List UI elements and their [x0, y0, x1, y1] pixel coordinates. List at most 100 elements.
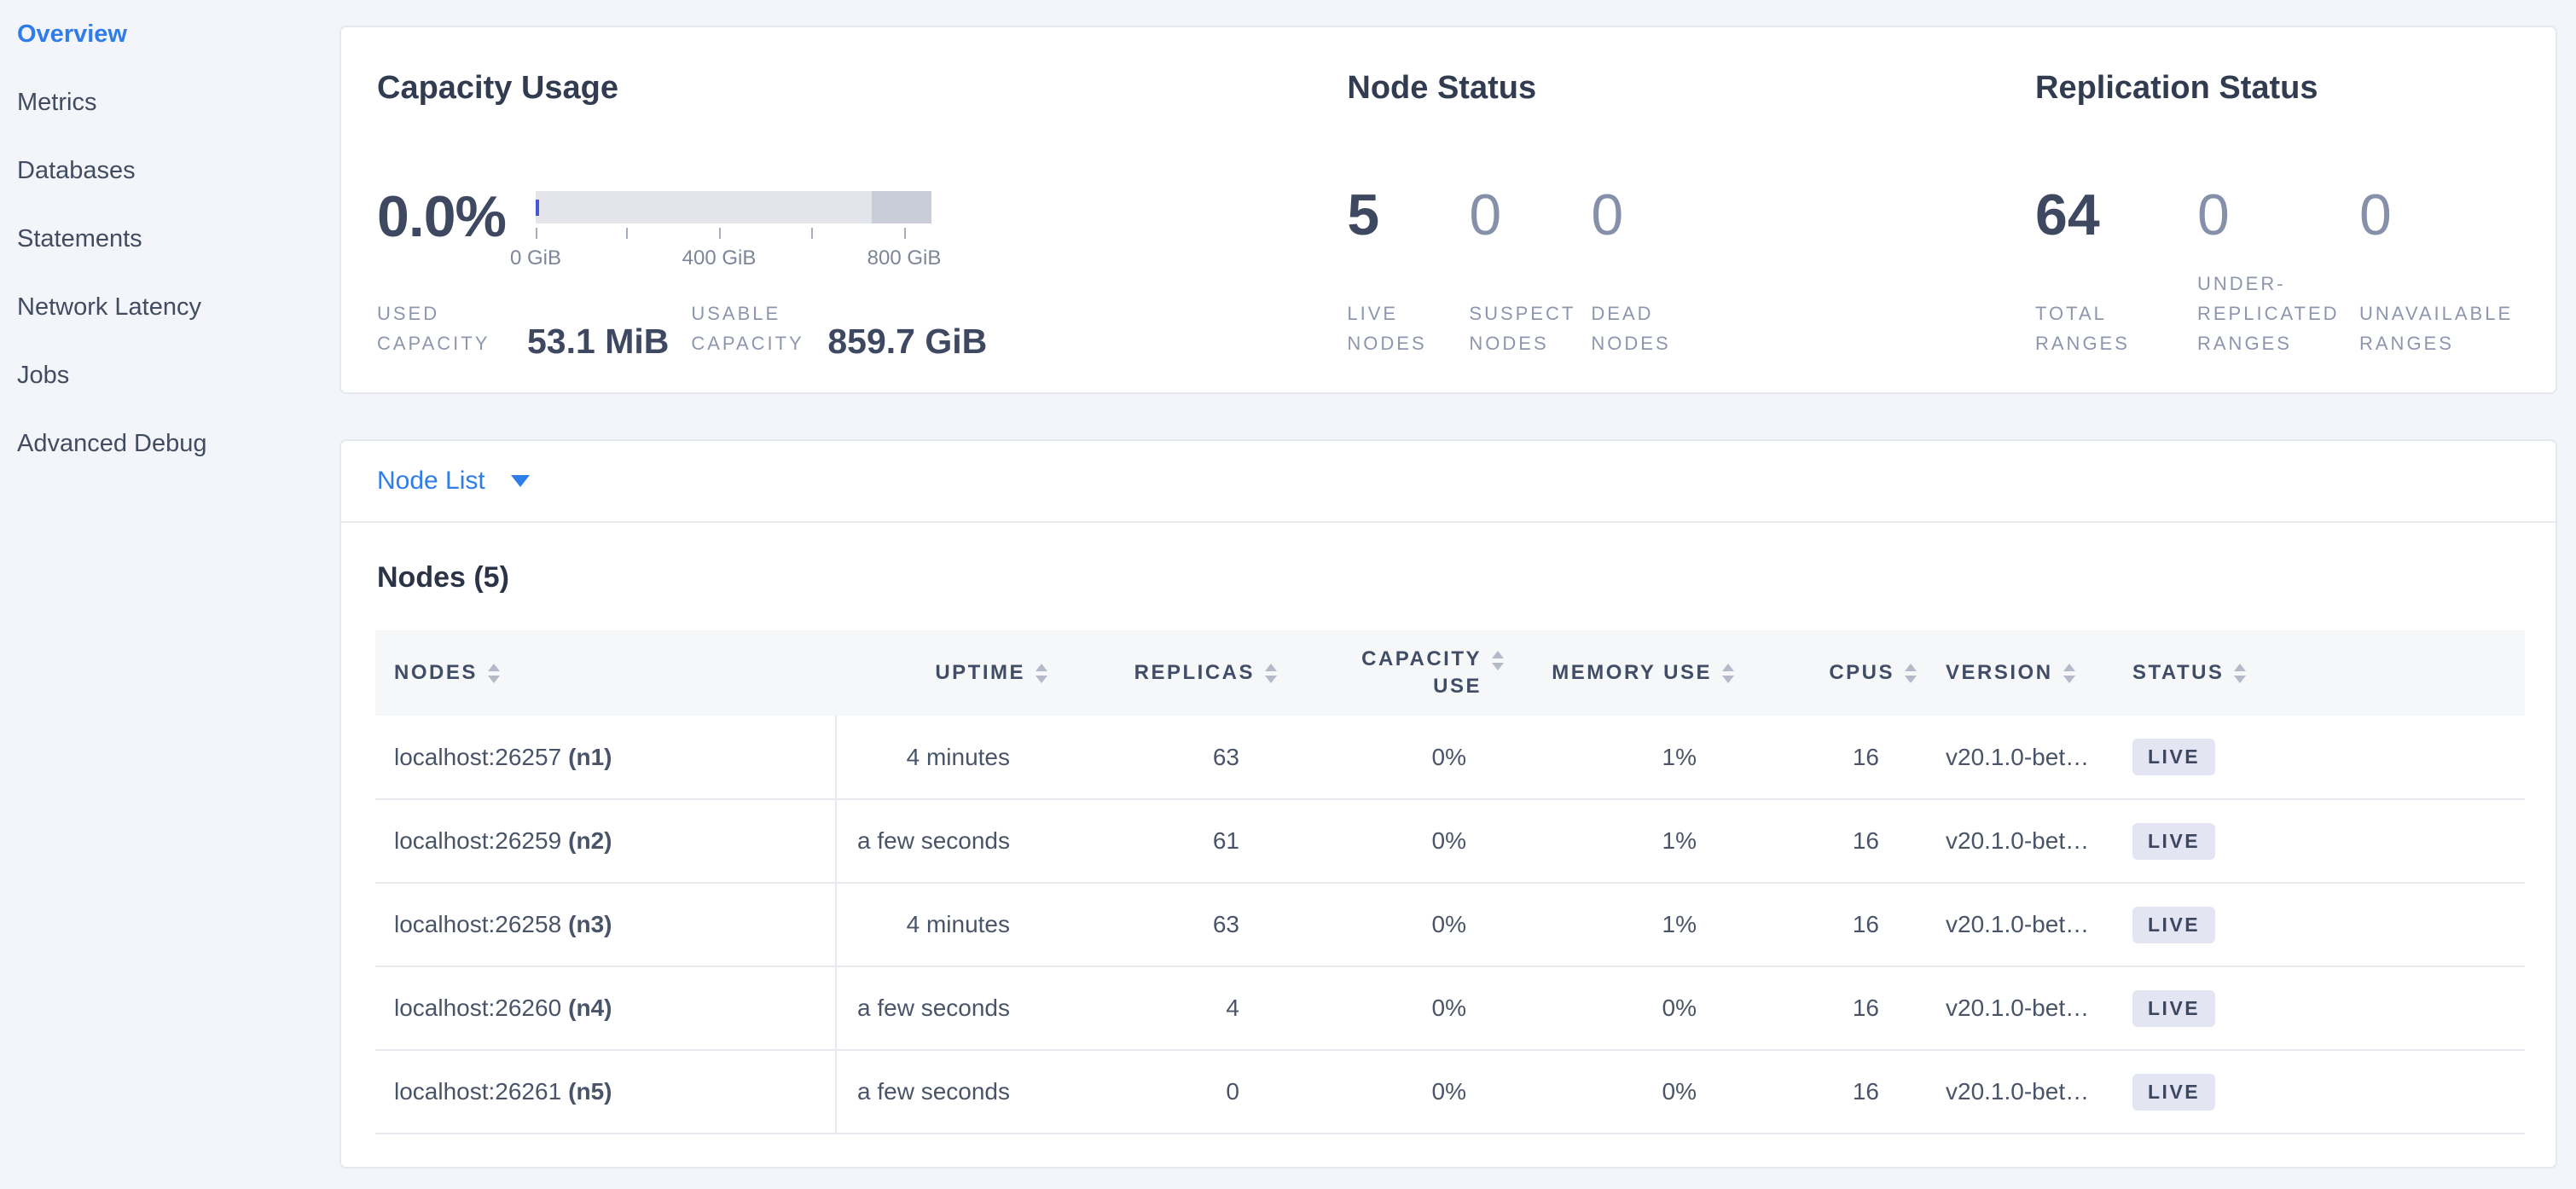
status-cell: LIVE: [2132, 716, 2525, 799]
capacity-used-marker: [536, 200, 539, 216]
axis-label: 800 GiB: [867, 246, 942, 270]
node-name-cell: localhost:26260(n4): [375, 966, 836, 1050]
status-badge: LIVE: [2132, 823, 2215, 860]
sidebar-item-overview[interactable]: Overview: [0, 0, 339, 68]
live-nodes-stat: 5 LIVE NODES: [1347, 186, 1469, 358]
sidebar-item-databases[interactable]: Databases: [0, 136, 339, 205]
node-address: localhost:26257: [394, 744, 561, 770]
nodes-table: NODES UPTIME REPLICAS CAPACITY USE MEMOR…: [375, 630, 2525, 1134]
sidebar-item-network-latency[interactable]: Network Latency: [0, 273, 339, 341]
capacity-usage-title: Capacity Usage: [377, 68, 1347, 107]
axis-label: 400 GiB: [682, 246, 757, 270]
uptime-cell: 4 minutes: [836, 716, 1047, 799]
replication-status-title: Replication Status: [2035, 68, 2521, 107]
sort-icon: [1905, 664, 1917, 683]
node-name-cell: localhost:26257 (n1): [375, 716, 836, 799]
uptime-cell: a few seconds: [836, 799, 1047, 883]
under-replicated-ranges-stat: 0 UNDER-REPLICATED RANGES: [2197, 186, 2359, 358]
sidebar: Overview Metrics Databases Statements Ne…: [0, 0, 339, 1189]
column-header-version[interactable]: VERSION: [1917, 630, 2132, 716]
column-label: CPUS: [1829, 661, 1894, 685]
cpus-cell: 16: [1734, 966, 1917, 1050]
uptime-cell: 4 minutes: [836, 883, 1047, 966]
table-row[interactable]: localhost:26258(n3) 4 minutes 63 0% 1% 1…: [375, 883, 2525, 966]
node-id: (n2): [568, 827, 612, 854]
node-status-stats: 5 LIVE NODES 0 SUSPECT NODES 0 DEAD NODE…: [1347, 186, 2035, 358]
column-header-status[interactable]: STATUS: [2132, 630, 2525, 716]
replication-status-section: Replication Status 64 TOTAL RANGES 0 UND…: [2035, 68, 2521, 358]
node-list-selector[interactable]: Node List: [341, 441, 2556, 523]
sort-icon: [1036, 664, 1047, 683]
capacity-use-cell: 0%: [1277, 1050, 1504, 1134]
node-id: (n1): [568, 744, 612, 770]
sidebar-item-advanced-debug[interactable]: Advanced Debug: [0, 409, 339, 478]
column-label: UPTIME: [935, 661, 1025, 685]
capacity-use-cell: 0%: [1277, 716, 1504, 799]
column-label: CAPACITY USE: [1345, 646, 1482, 700]
node-status-section: Node Status 5 LIVE NODES 0 SUSPECT NODES…: [1347, 68, 2035, 358]
node-list-body: Nodes (5) NODES UPTIME REPLICAS CAPACITY…: [341, 557, 2556, 1134]
sort-icon: [2063, 664, 2075, 683]
stat-value: 5: [1347, 186, 1469, 244]
capacity-axis-labels: 0 GiB 400 GiB 800 GiB: [536, 246, 931, 272]
stat-value: 0: [1469, 186, 1591, 244]
cpus-cell: 16: [1734, 799, 1917, 883]
sidebar-item-metrics[interactable]: Metrics: [0, 68, 339, 136]
column-label: MEMORY USE: [1552, 661, 1712, 685]
version-cell: v20.1.0-bet…: [1917, 966, 2132, 1050]
column-label: VERSION: [1946, 661, 2053, 685]
stat-value: 0: [1591, 186, 1713, 244]
column-header-nodes[interactable]: NODES: [375, 630, 836, 716]
stat-value: 0: [2197, 186, 2359, 244]
column-header-cpus[interactable]: CPUS: [1734, 630, 1917, 716]
table-row[interactable]: localhost:26257 (n1) 4 minutes 63 0% 1% 1…: [375, 716, 2525, 799]
cluster-summary-card: Capacity Usage 0.0% 0 GiB 400 GiB 800 Gi…: [339, 26, 2557, 394]
axis-tick: [536, 228, 537, 239]
capacity-axis-ticks: [536, 228, 931, 240]
table-row[interactable]: localhost:26260(n4) a few seconds 4 0% 0…: [375, 966, 2525, 1050]
node-list-selector-label: Node List: [377, 467, 485, 496]
replicas-cell: 63: [1047, 716, 1277, 799]
table-row[interactable]: localhost:26259(n2) a few seconds 61 0% …: [375, 799, 2525, 883]
usable-capacity-label: USABLE CAPACITY: [691, 299, 821, 358]
node-address: localhost:26261: [394, 1078, 561, 1105]
axis-tick: [626, 228, 628, 239]
column-header-uptime[interactable]: UPTIME: [836, 630, 1047, 716]
stat-value: 64: [2035, 186, 2197, 244]
replicas-cell: 63: [1047, 883, 1277, 966]
sort-icon: [1265, 664, 1277, 683]
node-list-card: Node List Nodes (5) NODES UPTIME REPLICA…: [339, 439, 2557, 1169]
uptime-cell: a few seconds: [836, 966, 1047, 1050]
axis-tick: [719, 228, 721, 239]
sidebar-item-statements[interactable]: Statements: [0, 205, 339, 273]
stat-label: UNAVAILABLE RANGES: [2359, 299, 2521, 358]
total-ranges-stat: 64 TOTAL RANGES: [2035, 186, 2197, 358]
stat-label: SUSPECT NODES: [1469, 299, 1580, 358]
uptime-cell: a few seconds: [836, 1050, 1047, 1134]
capacity-bar-dark-segment: [872, 191, 931, 223]
cpus-cell: 16: [1734, 716, 1917, 799]
column-header-capacity-use[interactable]: CAPACITY USE: [1277, 630, 1504, 716]
replicas-cell: 61: [1047, 799, 1277, 883]
replicas-cell: 0: [1047, 1050, 1277, 1134]
usable-capacity-value: 859.7 GiB: [827, 324, 987, 358]
memory-use-cell: 1%: [1504, 716, 1734, 799]
stat-label: LIVE NODES: [1347, 299, 1458, 358]
column-header-memory-use[interactable]: MEMORY USE: [1504, 630, 1734, 716]
sidebar-item-jobs[interactable]: Jobs: [0, 341, 339, 409]
capacity-chart: 0 GiB 400 GiB 800 GiB: [536, 184, 931, 272]
status-cell: LIVE: [2132, 966, 2525, 1050]
stat-value: 0: [2359, 186, 2521, 244]
dead-nodes-stat: 0 DEAD NODES: [1591, 186, 1713, 358]
column-header-replicas[interactable]: REPLICAS: [1047, 630, 1277, 716]
axis-tick: [904, 228, 906, 239]
status-badge: LIVE: [2132, 907, 2215, 943]
version-cell: v20.1.0-bet…: [1917, 883, 2132, 966]
node-name-cell: localhost:26258 (n3): [375, 883, 836, 966]
status-badge: LIVE: [2132, 990, 2215, 1027]
stat-label: DEAD NODES: [1591, 299, 1702, 358]
capacity-stats: USED CAPACITY 53.1 MiB USABLE CAPACITY 8…: [377, 299, 1347, 358]
table-row[interactable]: localhost:26261(n5) a few seconds 0 0% 0…: [375, 1050, 2525, 1134]
node-address: localhost:26258: [394, 911, 561, 937]
node-id: (n3): [568, 911, 612, 937]
